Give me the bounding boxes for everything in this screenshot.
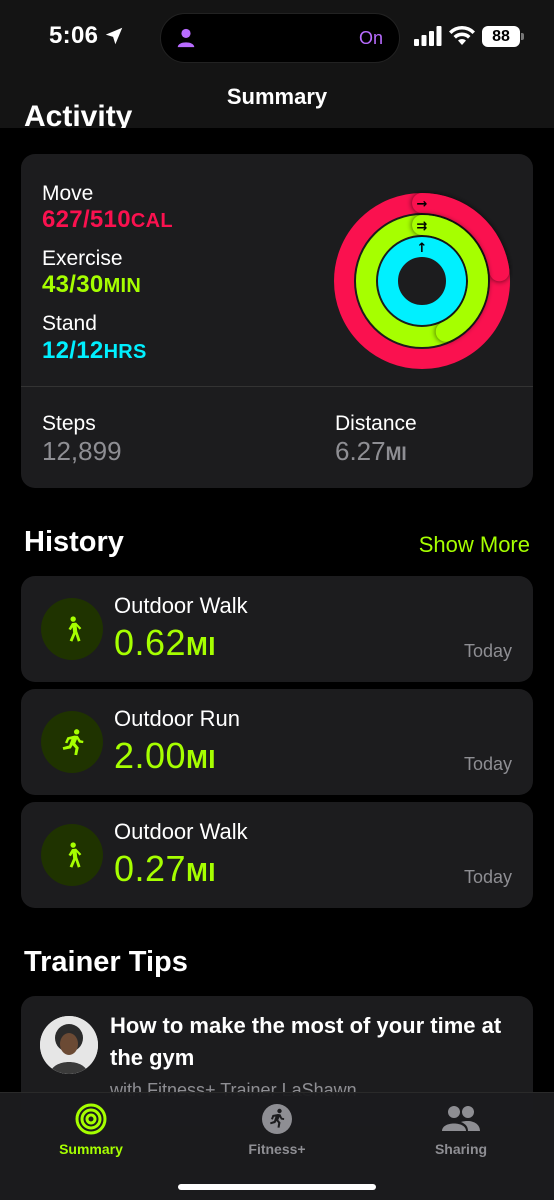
trainer-tips-title: Trainer Tips bbox=[24, 946, 188, 978]
exercise-arrow-icon: ⇉ bbox=[417, 219, 428, 234]
activity-section-title: Activity bbox=[24, 100, 133, 128]
workout-date: Today bbox=[463, 754, 512, 774]
steps-label: Steps bbox=[42, 412, 96, 435]
walk-icon bbox=[68, 616, 82, 642]
location-arrow-icon bbox=[105, 27, 123, 45]
workout-item[interactable]: Outdoor Walk 0.27MI Today bbox=[21, 802, 533, 908]
workout-item[interactable]: Outdoor Run 2.00MI Today bbox=[21, 689, 533, 795]
divider bbox=[21, 386, 533, 387]
status-time: 5:06 bbox=[49, 22, 99, 49]
steps-value: 12,899 bbox=[42, 436, 122, 466]
tab-label: Fitness+ bbox=[248, 1141, 306, 1157]
distance-label: Distance bbox=[335, 412, 417, 435]
tab-label: Summary bbox=[59, 1141, 123, 1157]
walk-icon bbox=[68, 842, 82, 868]
dynamic-island[interactable]: On bbox=[160, 13, 400, 63]
activity-rings[interactable]: → ⇉ ↑ bbox=[331, 190, 513, 372]
show-more-button[interactable]: Show More bbox=[419, 532, 530, 558]
stand-label: Stand bbox=[42, 312, 97, 335]
tip-headline: How to make the most of your time at the… bbox=[110, 1013, 502, 1070]
activity-card[interactable]: Move 627/510CAL Exercise 43/30MIN Stand … bbox=[21, 154, 533, 488]
tab-sharing[interactable]: Sharing bbox=[391, 1103, 531, 1163]
fitness-plus-icon bbox=[262, 1104, 292, 1134]
workout-date: Today bbox=[463, 867, 512, 887]
cellular-signal-icon bbox=[414, 26, 442, 46]
walk-icon-badge bbox=[41, 824, 103, 886]
tab-summary[interactable]: Summary bbox=[21, 1103, 161, 1163]
workout-title: Outdoor Run bbox=[114, 706, 240, 731]
exercise-value: 43/30MIN bbox=[42, 271, 142, 298]
trainer-avatar bbox=[40, 1016, 98, 1074]
exercise-label: Exercise bbox=[42, 247, 123, 270]
stand-arrow-icon: ↑ bbox=[417, 241, 428, 256]
move-label: Move bbox=[42, 182, 94, 205]
workout-distance: 2.00MI bbox=[114, 735, 216, 776]
walk-icon-badge bbox=[41, 598, 103, 660]
home-indicator bbox=[178, 1184, 376, 1190]
battery-indicator: 88 bbox=[482, 26, 524, 47]
person-icon bbox=[177, 28, 195, 48]
tab-label: Sharing bbox=[434, 1141, 488, 1157]
wifi-icon bbox=[449, 25, 475, 45]
stand-ring bbox=[378, 237, 466, 325]
trainer-portrait-icon bbox=[40, 1016, 98, 1074]
workout-title: Outdoor Walk bbox=[114, 819, 248, 844]
move-arrow-icon: → bbox=[417, 197, 428, 212]
stand-value: 12/12HRS bbox=[42, 337, 147, 364]
workout-item[interactable]: Outdoor Walk 0.62MI Today bbox=[21, 576, 533, 682]
people-icon bbox=[442, 1106, 480, 1131]
scrolled-section-header: Activity bbox=[0, 76, 554, 128]
workout-distance: 0.62MI bbox=[114, 622, 216, 663]
workout-distance: 0.27MI bbox=[114, 848, 216, 889]
run-icon-badge bbox=[41, 711, 103, 773]
island-status-text: On bbox=[358, 28, 383, 48]
status-bar: 5:06 On 88 bbox=[0, 0, 554, 76]
history-title: History bbox=[24, 526, 124, 558]
workout-date: Today bbox=[463, 641, 512, 661]
workout-title: Outdoor Walk bbox=[114, 593, 248, 618]
distance-value: 6.27MI bbox=[335, 436, 407, 466]
tab-fitness-plus[interactable]: Fitness+ bbox=[207, 1103, 347, 1163]
activity-rings-icon bbox=[75, 1103, 107, 1135]
run-icon bbox=[62, 729, 84, 756]
move-value: 627/510CAL bbox=[42, 206, 173, 233]
